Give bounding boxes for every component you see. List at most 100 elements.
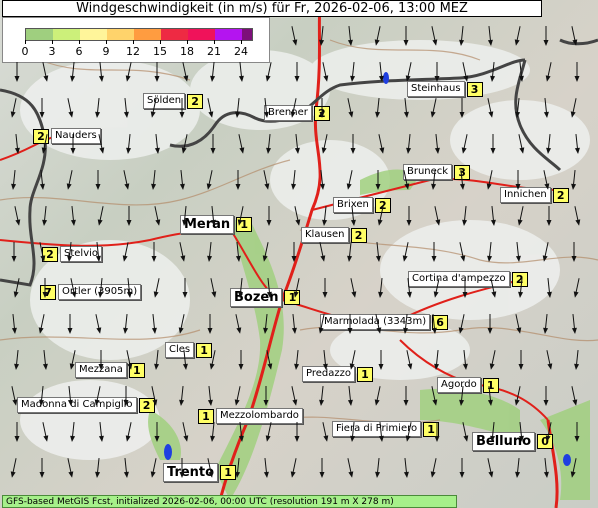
wind-speed-value: 1 [423,421,440,437]
wind-speed-value: 1 [482,377,499,393]
place-name: Bruneck [403,164,453,180]
legend-tick-mark [133,40,134,44]
legend-swatch [242,29,252,40]
legend-swatch [215,29,242,40]
place-name: Belluno [472,432,536,451]
wind-speed-value: 2 [552,187,569,203]
place-label-madonna-di-campiglio: Madonna di Campiglio 2 [17,397,155,413]
legend-swatch [161,29,188,40]
place-label-mezzana: Mezzana 1 [75,362,145,378]
legend-tick-mark [241,40,242,44]
wind-speed-value: 6 [432,314,449,330]
place-label-ortler-3905m-: 7 Ortler (3905m) [40,284,142,300]
wind-speed-value: 2 [42,246,58,262]
wind-speed-value: 2 [33,128,49,144]
place-name: Mezzolombardo [216,408,303,424]
place-name: Cortina d'ampezzo [408,271,510,287]
place-name: Agordo [437,377,481,393]
wind-speed-value: 1 [196,342,213,358]
place-label-cles: Cles 1 [165,342,213,358]
wind-speed-value: 2 [350,227,367,243]
place-label-innichen: Innichen 2 [500,187,569,203]
wind-speed-value: 2 [313,105,330,121]
wind-speed-value: 2 [187,93,204,109]
legend-tick-label: 12 [126,45,140,58]
place-label-fiera-di-primiero: Fiera di Primiero 1 [332,421,440,437]
legend-tick-label: 9 [102,45,110,58]
place-label-brenner: Brenner 2 [264,105,330,121]
wind-map: Windgeschwindigkeit (in m/s) für Fr, 202… [0,0,598,508]
place-name: Marmolada (3343m) [320,314,431,330]
place-name: Stelvio [60,246,103,262]
wind-speed-value: 7 [40,284,56,300]
legend-swatch [107,29,134,40]
legend-tick-label: 3 [48,45,56,58]
legend-tick-mark [160,40,161,44]
place-name: Brixen [333,197,373,213]
wind-speed-value: 1 [357,366,373,382]
place-label-bozen: Bozen 1 [230,288,301,307]
place-name: Ortler (3905m) [58,284,142,300]
place-name: Trento [163,463,219,482]
place-name: Meran [180,215,235,234]
legend-tick-label: 18 [180,45,194,58]
place-label-brixen: Brixen 2 [333,197,391,213]
place-label-predazzo: Predazzo 1 [302,366,373,382]
place-label-cortina-d-ampezzo: Cortina d'ampezzo 2 [408,271,528,287]
place-name: Cles [165,342,195,358]
legend-tick-mark [52,40,53,44]
legend-swatch [188,29,215,40]
legend-tick-mark [214,40,215,44]
wind-speed-value: 1 [128,362,145,378]
place-name: Klausen [301,227,349,243]
place-name: Predazzo [302,366,355,382]
place-name: Innichen [500,187,551,203]
place-name: Sölden [143,93,186,109]
wind-speed-value: 1 [284,290,301,305]
wind-speed-value: 3 [466,81,483,97]
legend-tick-label: 21 [207,45,221,58]
legend-tick-mark [106,40,107,44]
wind-speed-value: 2 [374,197,391,213]
place-name: Steinhaus [407,81,465,97]
legend-swatch [80,29,107,40]
wind-speed-value: 1 [220,465,237,480]
legend-color-scale [25,28,253,41]
place-label-steinhaus: Steinhaus 3 [407,81,483,97]
place-label-s-lden: Sölden 2 [143,93,204,109]
wind-speed-value: 1 [198,408,214,424]
place-label-stelvio: 2 Stelvio [42,246,103,262]
legend-tick-mark [187,40,188,44]
place-name: Mezzana [75,362,127,378]
legend-tick-mark [25,40,26,44]
legend-tick-label: 6 [75,45,83,58]
place-name: Brenner [264,105,312,121]
legend-tick-label: 15 [153,45,167,58]
place-name: Madonna di Campiglio [17,397,137,413]
wind-speed-value: 0 [537,434,554,449]
legend-swatch [53,29,80,40]
map-title: Windgeschwindigkeit (in m/s) für Fr, 202… [2,0,542,17]
legend-swatch [26,29,53,40]
place-label-meran: Meran 1 [180,215,253,234]
legend-tick-label: 0 [21,45,29,58]
wind-speed-legend: 0 3 6 9 12 15 18 21 24 [2,17,270,63]
place-label-klausen: Klausen 2 [301,227,367,243]
place-name: Fiera di Primiero [332,421,422,437]
place-label-trento: Trento 1 [163,463,237,482]
place-name: Nauders [51,128,101,144]
wind-speed-value: 2 [511,271,528,287]
place-label-bruneck: Bruneck 3 [403,164,471,180]
place-label-agordo: Agordo 1 [437,377,499,393]
place-name: Bozen [230,288,283,307]
wind-speed-value: 1 [236,217,253,232]
place-label-belluno: Belluno 0 [472,432,554,451]
legend-tick-mark [79,40,80,44]
place-label-nauders: 2 Nauders [33,128,101,144]
forecast-footer: GFS-based MetGIS Fcst, initialized 2026-… [2,495,457,508]
place-label-marmolada-3343m-: Marmolada (3343m) 6 [320,314,449,330]
wind-speed-value: 3 [454,164,471,180]
legend-tick-label: 24 [234,45,248,58]
wind-speed-value: 2 [138,397,155,413]
place-label-mezzolombardo: 1 Mezzolombardo [198,408,303,424]
